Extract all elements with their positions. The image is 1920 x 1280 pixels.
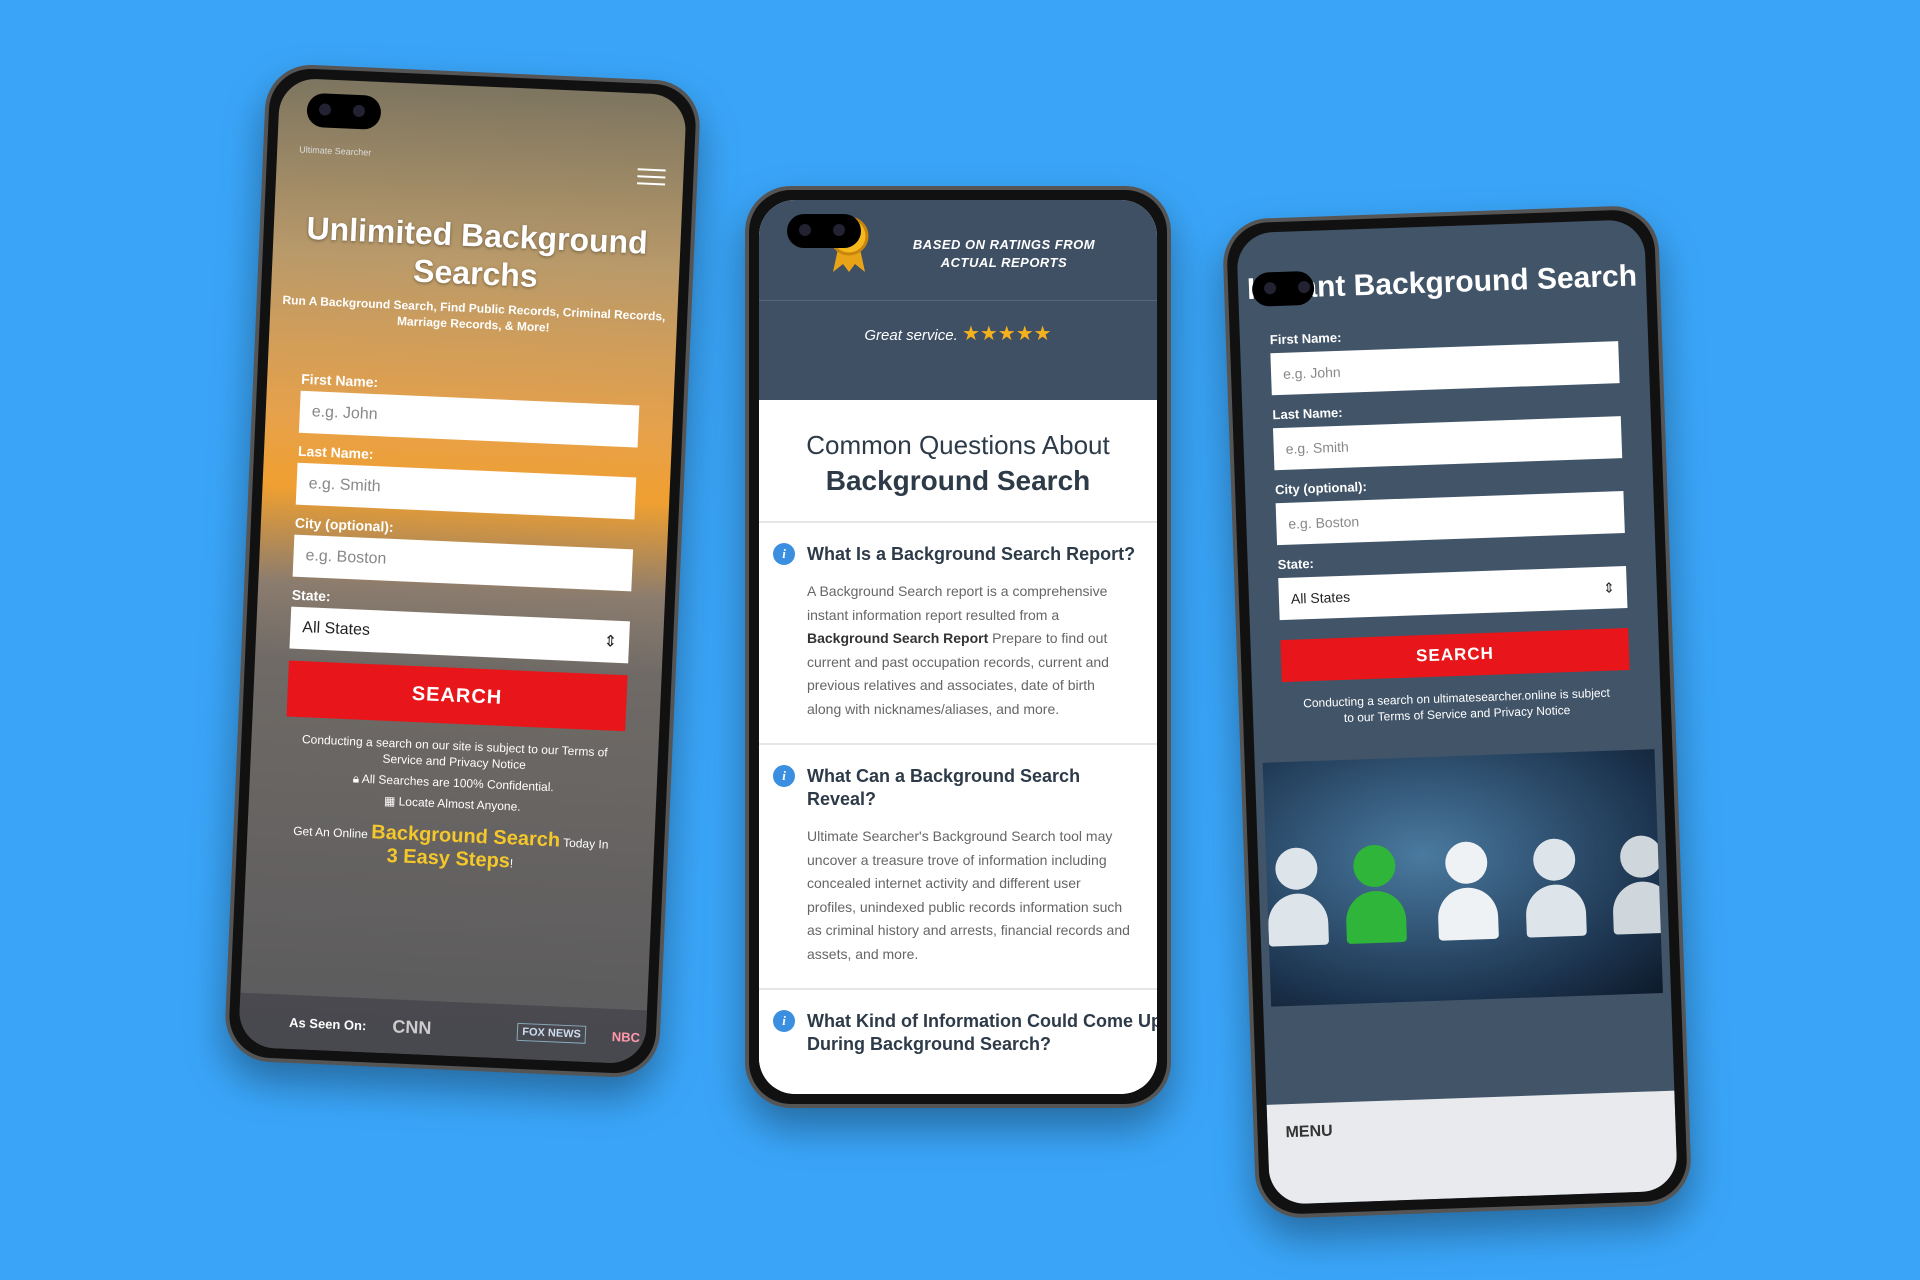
camera-icon [1251,270,1315,307]
screen: Ultimate Searcher Unlimited Background S… [238,77,687,1065]
state-select[interactable]: All States ⇕ [1278,566,1628,621]
phone-left: Ultimate Searcher Unlimited Background S… [223,62,702,1080]
nbc-logo: NBC [611,1028,641,1045]
state-value: All States [302,619,371,640]
hamburger-menu-icon[interactable] [637,163,666,190]
cnn-logo: CNN [391,1015,432,1038]
logo: Ultimate Searcher [299,144,372,158]
state-value: All States [1290,588,1351,607]
screen: Instant Background Search First Name: e.… [1236,219,1678,1205]
faq-item[interactable]: i What Is a Background Search Report? A … [759,523,1157,745]
phone-right: Instant Background Search First Name: e.… [1221,204,1693,1220]
last-name-input[interactable]: e.g. Smith [1272,416,1623,471]
review: Great service. ★★★★★ [759,300,1157,346]
terms-notice: Conducting a search on ultimatesearcher.… [1302,685,1611,725]
chevron-updown-icon: ⇕ [1602,578,1616,596]
rating-caption: BASED ON RATINGS FROM ACTUAL REPORTS [912,237,1096,270]
first-name-input[interactable]: e.g. John [1270,341,1620,396]
chevron-updown-icon: ⇕ [603,633,618,651]
search-button[interactable]: SEARCH [1280,627,1630,683]
info-icon: i [773,765,795,787]
promo-text: Get An Online Background Search Today In… [292,821,609,873]
search-button[interactable]: SEARCH [286,660,628,732]
faq-answer: Ultimate Searcher's Background Search to… [807,828,1130,962]
calendar-icon: ▦ [383,793,399,809]
people-search-illustration [1262,749,1663,1007]
search-form: First Name: e.g. John Last Name: e.g. Sm… [246,331,676,879]
menu-button[interactable]: MENU [1266,1090,1678,1205]
star-rating-icon: ★★★★★ [961,323,1052,345]
faq-heading: Common Questions About Background Search [759,400,1157,523]
faq-item[interactable]: i What Can a Background Search Reveal? U… [759,745,1157,990]
camera-icon [306,92,382,130]
screen: BASED ON RATINGS FROM ACTUAL REPORTS Gre… [759,200,1157,1094]
city-input[interactable]: e.g. Boston [1275,491,1625,546]
faq-answer: A Background Search report is a comprehe… [807,583,1109,717]
info-icon: i [773,543,795,565]
fox-news-logo: FOX NEWS [516,1022,587,1044]
phone-middle: BASED ON RATINGS FROM ACTUAL REPORTS Gre… [745,186,1171,1108]
faq-item[interactable]: i What Kind of Information Could Come Up… [759,990,1157,1078]
info-icon: i [773,1010,795,1032]
as-seen-on-bar: As Seen On: CNN FOX NEWS NBC [238,992,648,1065]
camera-icon [787,214,861,248]
search-form: First Name: e.g. John Last Name: e.g. Sm… [1239,293,1661,729]
